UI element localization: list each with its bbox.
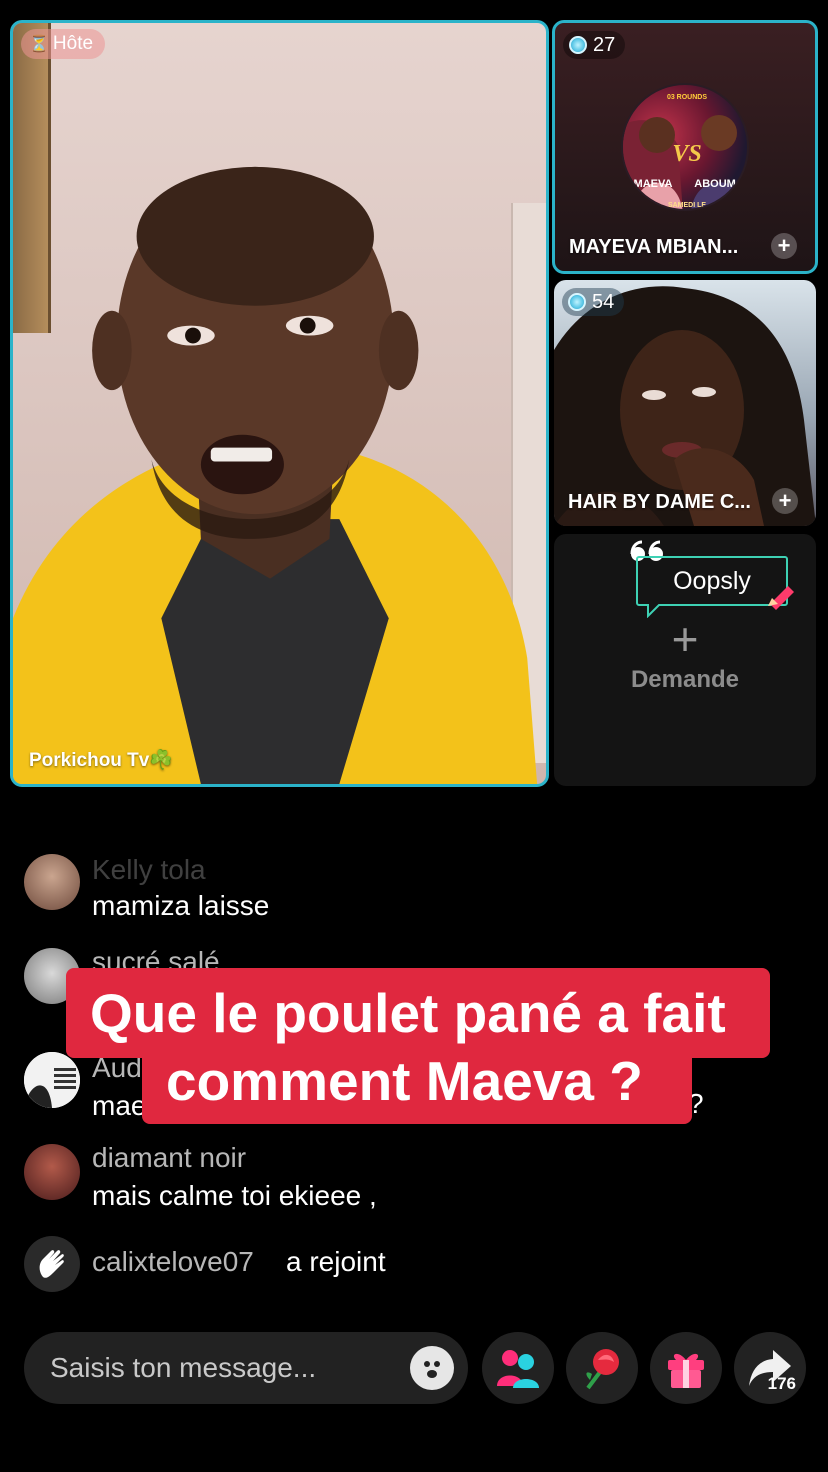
join-action: a rejoint bbox=[286, 1246, 386, 1277]
guest-tile-2[interactable]: 54 HAIR BY DAME C... + bbox=[554, 280, 816, 526]
poster-vs-text: VS bbox=[672, 141, 701, 167]
host-video-tile[interactable]: ⏳ Hôte Porkichou Tv☘️ bbox=[10, 20, 549, 787]
message-input[interactable] bbox=[50, 1352, 390, 1384]
poster-rounds-text: 03 ROUNDS bbox=[667, 94, 707, 101]
poster-right-name: ABOUMA bbox=[694, 178, 744, 190]
follow-plus-icon[interactable]: + bbox=[771, 233, 797, 259]
guest-2-video-feed bbox=[554, 286, 816, 526]
emoji-icon[interactable] bbox=[410, 1346, 454, 1390]
share-count: 176 bbox=[767, 1374, 796, 1393]
poster-left-name: MAEVA bbox=[634, 178, 673, 190]
plus-icon: + bbox=[671, 613, 699, 665]
viewer-count-badge: 54 bbox=[562, 288, 625, 316]
guest-name: HAIR BY DAME C... bbox=[568, 491, 751, 513]
request-label: Demande bbox=[630, 666, 740, 693]
rose-icon bbox=[586, 1349, 619, 1390]
viewer-count-badge: 27 bbox=[563, 31, 626, 59]
avatar bbox=[24, 1144, 80, 1200]
host-badge: ⏳ Hôte bbox=[21, 29, 106, 59]
message-input-container[interactable] bbox=[24, 1332, 468, 1404]
host-badge-label: Hôte bbox=[52, 33, 94, 54]
join-username: calixtelove07 bbox=[92, 1246, 254, 1277]
pencil-icon bbox=[768, 586, 794, 610]
caption-line-1: Que le poulet pané a fait bbox=[66, 968, 770, 1058]
poster-date-text: SAMEDI LE bbox=[668, 202, 706, 209]
chat-text: mais calme toi ekieee , bbox=[92, 1180, 377, 1211]
gem-icon bbox=[568, 293, 586, 311]
co-host-icon bbox=[497, 1350, 539, 1388]
avatar bbox=[24, 1052, 80, 1108]
avatar-image bbox=[24, 1052, 80, 1108]
follow-plus-icon[interactable]: + bbox=[772, 488, 798, 514]
guest-name: MAYEVA MBIAN... bbox=[569, 236, 739, 258]
vs-poster-image: 03 ROUNDS VS MAEVA ABOUMA SAMEDI LE bbox=[623, 94, 747, 209]
co-host-button[interactable] bbox=[482, 1332, 554, 1404]
host-name: Porkichou Tv☘️ bbox=[29, 750, 174, 771]
request-join-tile[interactable]: Oopsly + Demande bbox=[554, 534, 816, 786]
hourglass-icon: ⏳ bbox=[29, 36, 49, 53]
gift-icon bbox=[668, 1353, 704, 1388]
avatar bbox=[24, 854, 80, 910]
gift-button[interactable] bbox=[650, 1332, 722, 1404]
join-notice: calixtelove07 a rejoint bbox=[24, 1236, 804, 1296]
chat-message: Kelly tola mamiza laisse bbox=[24, 854, 804, 921]
speech-bubble-text: Oopsly bbox=[673, 566, 751, 595]
chat-text: mamiza laisse bbox=[92, 890, 270, 921]
wave-icon bbox=[24, 1236, 80, 1292]
viewer-count: 54 bbox=[592, 290, 615, 313]
share-button[interactable]: 176 bbox=[734, 1332, 806, 1404]
viewer-count: 27 bbox=[593, 33, 616, 56]
rose-button[interactable] bbox=[566, 1332, 638, 1404]
host-video-feed bbox=[13, 166, 538, 784]
chat-username: diamant noir bbox=[92, 1142, 247, 1173]
chat-username: Kelly tola bbox=[92, 854, 206, 885]
guest-tile-1[interactable]: 27 03 ROUNDS VS MAEVA ABOUMA SAMEDI LE M… bbox=[552, 20, 818, 274]
caption-line-2: comment Maeva ? bbox=[142, 1048, 692, 1124]
gem-icon bbox=[569, 36, 587, 54]
guest-avatar-poster: 03 ROUNDS VS MAEVA ABOUMA SAMEDI LE bbox=[621, 83, 749, 211]
chat-text: mae bbox=[92, 1090, 147, 1121]
chat-message: diamant noir mais calme toi ekieee , bbox=[24, 1142, 804, 1214]
